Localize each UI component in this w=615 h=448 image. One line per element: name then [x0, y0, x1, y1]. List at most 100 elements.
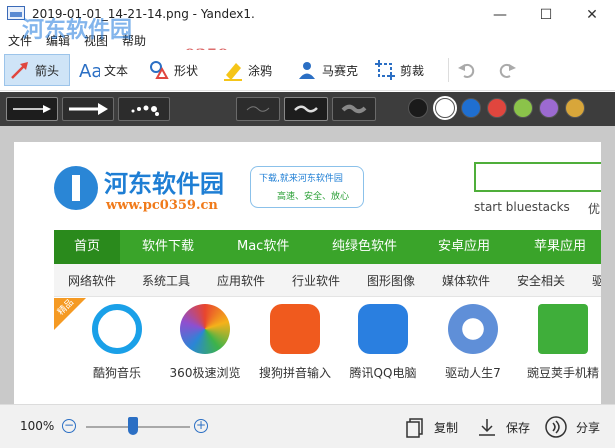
app-tile: 驱动人生7 — [428, 304, 514, 394]
window-title: 2019-01-01_14-21-14.png - Yandex1. — [32, 7, 255, 21]
app-icon — [7, 6, 25, 20]
slogan-box: 下载,就来河东软件园 高速、安全、放心 — [250, 166, 364, 208]
color-swatch-green[interactable] — [513, 98, 533, 118]
app-name: 360极速浏览 — [169, 366, 241, 380]
app-name: 腾讯QQ电脑 — [349, 366, 417, 380]
app-name: 豌豆荚手机精 — [526, 366, 599, 380]
status-bar: 100% − + 复制 保存 分享 — [0, 404, 615, 448]
color-swatch-white[interactable] — [433, 96, 457, 120]
zoom-slider-thumb[interactable] — [127, 417, 138, 435]
driver-gear-icon — [448, 304, 498, 354]
subnav-item: 系统工具 — [142, 274, 191, 288]
color-swatch-blue[interactable] — [461, 98, 481, 118]
minimize-button[interactable]: — — [477, 0, 523, 30]
tool-text[interactable]: Aa 文本 — [78, 54, 140, 86]
color-swatch-yellow[interactable] — [565, 98, 585, 118]
nav-item-android: 安卓应用 — [438, 239, 491, 254]
zoom-out-button[interactable]: − — [62, 419, 76, 433]
subnav-item: 网络软件 — [68, 274, 117, 288]
app-name: 驱动人生7 — [445, 366, 501, 380]
zoom-level: 100% — [20, 419, 55, 433]
subnav-item: 应用软件 — [217, 274, 266, 288]
thick-arrow-icon — [69, 103, 108, 115]
menu-file[interactable]: 文件 — [8, 32, 32, 49]
thin-arrow-icon — [13, 105, 51, 113]
app-tile: 搜狗拼音输入 — [250, 304, 336, 394]
site-search-box — [474, 162, 601, 192]
title-bar: 2019-01-01_14-21-14.png - Yandex1. — ☐ ✕ — [0, 0, 615, 30]
save-button[interactable]: 保存 — [476, 413, 530, 441]
menu-edit[interactable]: 编辑 — [46, 32, 70, 49]
blur-person-icon — [299, 62, 315, 79]
options-bar — [0, 92, 615, 126]
tool-text-label: 文本 — [104, 63, 129, 78]
text-tool-icon: Aa — [79, 61, 100, 81]
nav-item-apple: 苹果应用 — [534, 239, 587, 254]
undo-button[interactable] — [456, 54, 480, 86]
browser-360-icon — [180, 304, 230, 354]
subnav-item: 行业软件 — [292, 274, 341, 288]
tool-crop-label: 剪裁 — [400, 63, 425, 78]
captured-image: 河东软件园 www.pc0359.cn 下载,就来河东软件园 高速、安全、放心 … — [14, 142, 601, 404]
toolbar-divider — [448, 58, 449, 82]
undo-icon — [458, 63, 475, 78]
app-tile: 360极速浏览 — [160, 304, 246, 394]
menu-bar: 文件 编辑 视图 帮助 — [0, 30, 615, 48]
menu-view[interactable]: 视图 — [84, 32, 108, 49]
svg-text:Aa: Aa — [79, 61, 100, 81]
color-swatch-black[interactable] — [408, 98, 428, 118]
site-subnav: 网络软件 系统工具 应用软件 行业软件 图形图像 媒体软件 安全相关 驱 — [54, 264, 601, 297]
subnav-item: 图形图像 — [367, 274, 416, 288]
image-canvas[interactable]: 河东软件园 www.pc0359.cn 下载,就来河东软件园 高速、安全、放心 … — [0, 126, 615, 404]
app-name: 搜狗拼音输入 — [258, 366, 331, 380]
subnav-item: 驱 — [592, 274, 601, 288]
tool-mosaic[interactable]: 马赛克 — [296, 54, 368, 86]
tool-mosaic-label: 马赛克 — [322, 63, 359, 78]
close-button[interactable]: ✕ — [569, 0, 615, 30]
color-swatch-red[interactable] — [487, 98, 507, 118]
tool-arrow[interactable]: 箭头 — [4, 54, 70, 86]
marker-tool-icon — [224, 63, 242, 81]
zoom-in-button[interactable]: + — [194, 419, 208, 433]
share-button[interactable]: 分享 — [544, 413, 600, 441]
arrow-tool-icon — [11, 62, 28, 79]
medium-wave-icon — [294, 105, 318, 113]
zoom-slider-track[interactable] — [86, 426, 190, 428]
arrow-style-dotted[interactable] — [118, 97, 170, 121]
tool-crop[interactable]: 剪裁 — [374, 54, 436, 86]
thick-wave-icon — [341, 104, 367, 114]
app-tile: 酷狗音乐 — [72, 304, 158, 394]
redo-button[interactable] — [496, 54, 520, 86]
wandoujia-icon — [538, 304, 588, 354]
color-swatch-purple[interactable] — [539, 98, 559, 118]
download-icon — [479, 419, 495, 436]
copy-icon — [406, 418, 423, 438]
copy-button[interactable]: 复制 — [404, 413, 458, 441]
tool-marker-label: 涂鸦 — [248, 63, 273, 78]
arrow-style-thick[interactable] — [62, 97, 114, 121]
sogou-icon — [270, 304, 320, 354]
save-label: 保存 — [506, 420, 531, 435]
tool-bar: 箭头 Aa 文本 形状 涂鸦 马赛克 剪裁 — [0, 50, 615, 91]
tool-marker[interactable]: 涂鸦 — [222, 54, 284, 86]
logo-url: www.pc0359.cn — [106, 198, 218, 213]
maximize-button[interactable]: ☐ — [523, 0, 569, 30]
logo-text: 河东软件园 — [104, 169, 224, 198]
app-name: 酷狗音乐 — [92, 366, 141, 380]
arrow-style-thin[interactable] — [6, 97, 58, 121]
site-nav: 首页 软件下载 Mac软件 纯绿色软件 安卓应用 苹果应用 — [54, 230, 601, 264]
app-tile: 豌豆荚手机精 — [518, 304, 601, 394]
menu-help[interactable]: 帮助 — [122, 32, 146, 49]
line-width-thin[interactable] — [236, 97, 280, 121]
subnav-item: 安全相关 — [517, 274, 566, 288]
kugou-icon — [92, 304, 142, 354]
app-tile: 腾讯QQ电脑 — [338, 304, 424, 394]
dotted-arrow-icon — [131, 105, 159, 116]
share-icon — [545, 416, 567, 438]
tool-shape-label: 形状 — [174, 63, 199, 78]
line-width-thick[interactable] — [332, 97, 376, 121]
share-label: 分享 — [576, 420, 601, 435]
search-hint-extra: 优 — [588, 202, 601, 216]
line-width-medium[interactable] — [284, 97, 328, 121]
tool-shape[interactable]: 形状 — [148, 54, 210, 86]
